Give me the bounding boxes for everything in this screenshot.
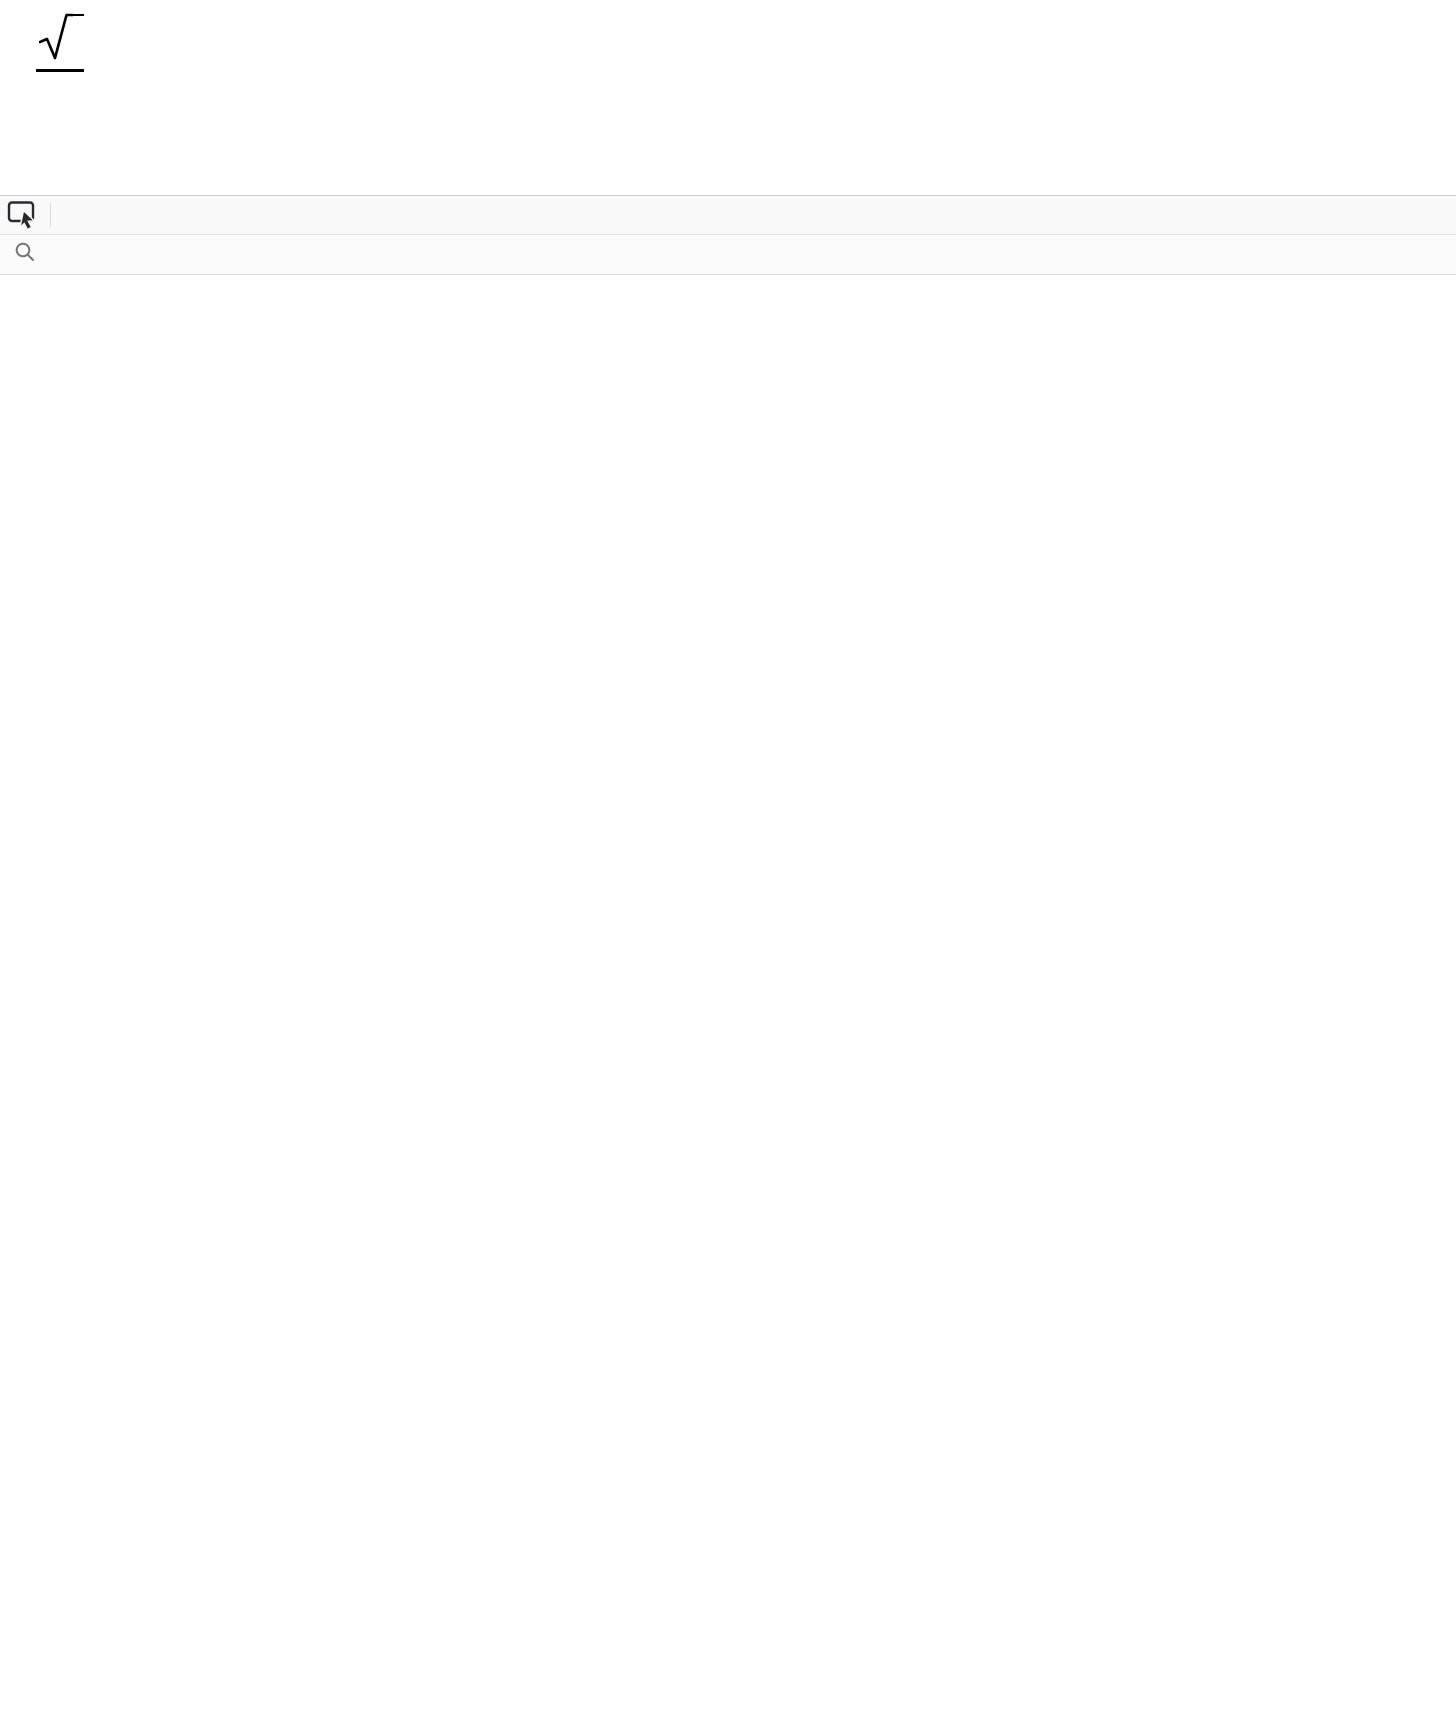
fraction-bar <box>36 69 84 72</box>
formula-sqrt <box>39 12 84 64</box>
devtools-panel <box>0 195 1456 1726</box>
radical-icon <box>39 12 73 64</box>
search-bar <box>0 235 1456 275</box>
toolbar-separator <box>50 203 51 227</box>
formula-radicand <box>73 14 84 64</box>
firefox-devtools-screen <box>0 0 1456 1726</box>
devtools-tabbar <box>0 195 1456 235</box>
node-picker-button[interactable] <box>0 196 48 234</box>
devtools-tabs <box>53 196 1456 234</box>
formula-fraction <box>36 12 84 79</box>
node-picker-icon <box>7 200 41 230</box>
search-icon <box>14 241 36 268</box>
formula-numerator <box>36 12 84 64</box>
search-html-input[interactable] <box>46 242 550 267</box>
markup-view <box>0 272 1456 1726</box>
rendered-formula <box>14 4 84 79</box>
